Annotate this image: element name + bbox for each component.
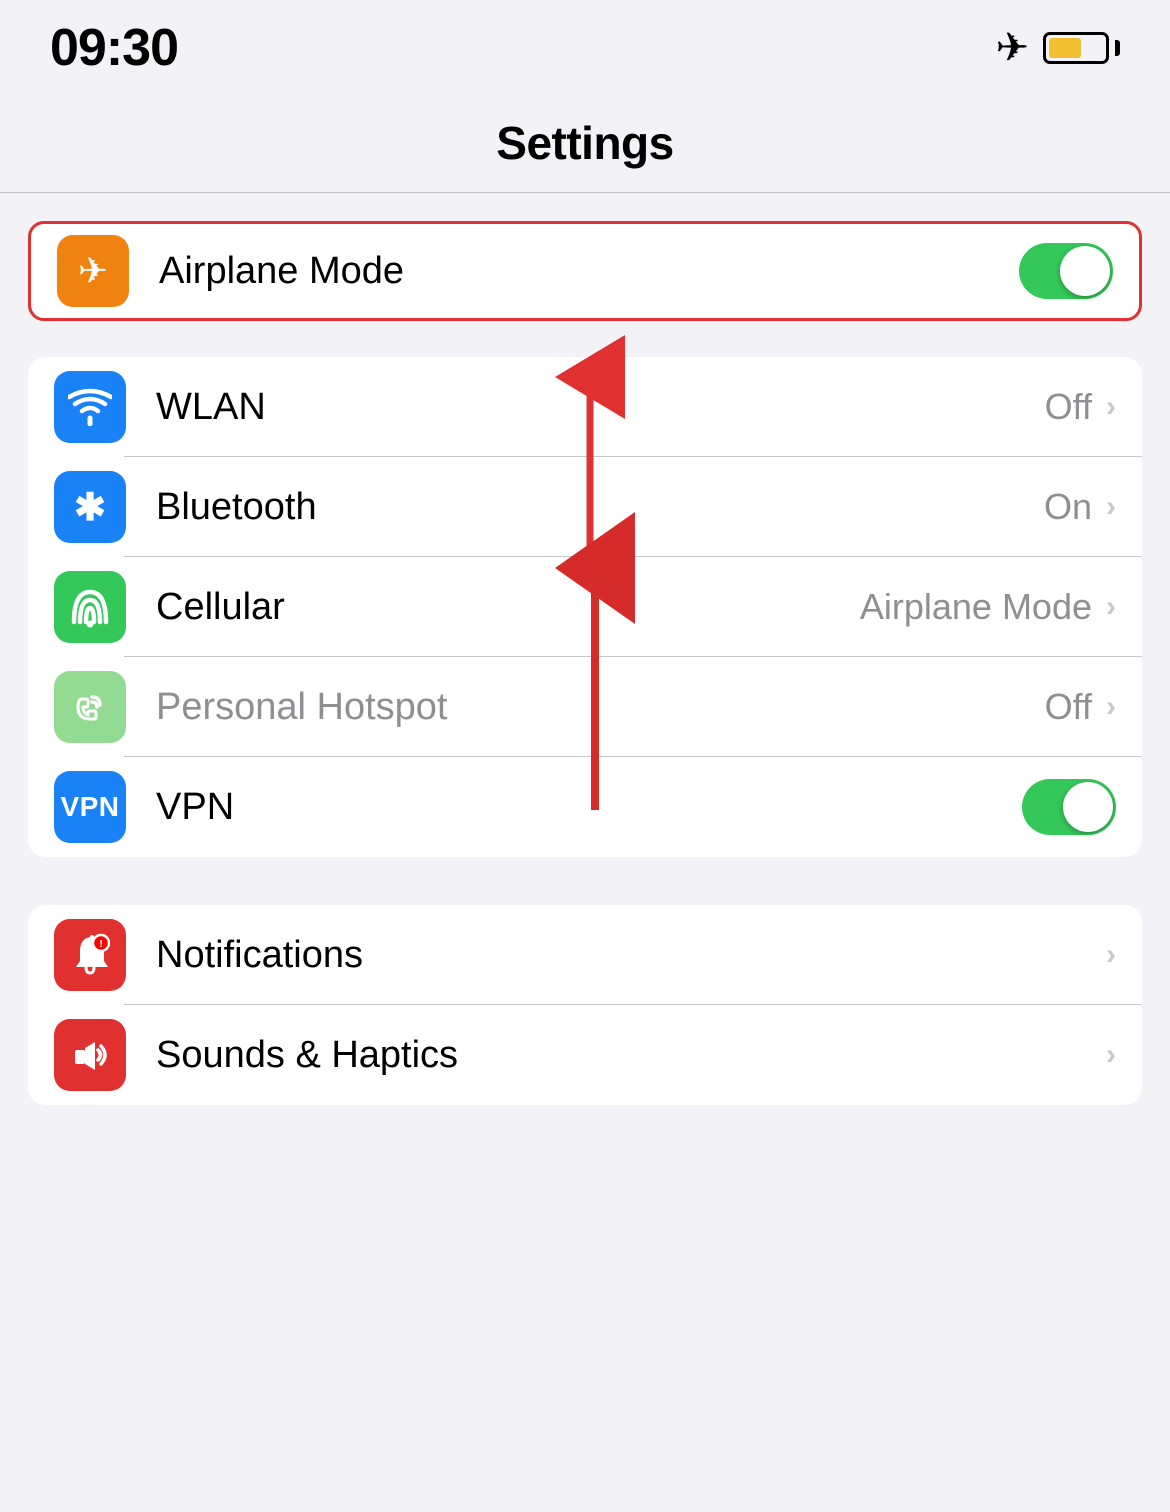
toggle-knob (1060, 246, 1110, 296)
vpn-row[interactable]: VPN VPN (28, 757, 1142, 857)
page-title: Settings (496, 117, 673, 169)
vpn-icon-text: VPN (60, 791, 119, 823)
airplane-mode-icon: ✈ (995, 25, 1029, 71)
wlan-icon-bg (54, 371, 126, 443)
sounds-label: Sounds & Haptics (156, 1034, 1106, 1077)
wlan-chevron: › (1106, 390, 1116, 424)
hotspot-value: Off (1045, 686, 1092, 728)
airplane-mode-toggle[interactable] (1019, 243, 1113, 299)
battery-indicator (1043, 32, 1120, 64)
bluetooth-chevron: › (1106, 490, 1116, 524)
bluetooth-icon: ✱ (74, 485, 106, 530)
status-icons: ✈ (995, 25, 1120, 71)
hotspot-icon (68, 685, 112, 729)
page-title-container: Settings (0, 88, 1170, 193)
status-time: 09:30 (50, 18, 178, 78)
cellular-chevron: › (1106, 590, 1116, 624)
cellular-icon (68, 586, 112, 628)
vpn-toggle[interactable] (1022, 779, 1116, 835)
hotspot-chevron: › (1106, 690, 1116, 724)
bluetooth-value: On (1044, 486, 1092, 528)
vpn-icon-bg: VPN (54, 771, 126, 843)
battery-cap (1115, 40, 1120, 56)
wlan-label: WLAN (156, 386, 1045, 429)
airplane-mode-row[interactable]: ✈ Airplane Mode (28, 221, 1142, 321)
sounds-chevron: › (1106, 1038, 1116, 1072)
battery-body (1043, 32, 1109, 64)
bluetooth-row[interactable]: ✱ Bluetooth On › (28, 457, 1142, 557)
wifi-icon (68, 388, 112, 426)
cellular-label: Cellular (156, 586, 860, 629)
svg-text:!: ! (99, 939, 102, 950)
connectivity-settings-group: WLAN Off › ✱ Bluetooth On › Cellular Air… (28, 357, 1142, 857)
vpn-label: VPN (156, 786, 1022, 829)
notifications-row[interactable]: ! Notifications › (28, 905, 1142, 1005)
airplane-icon: ✈ (78, 250, 108, 292)
cellular-icon-bg (54, 571, 126, 643)
notifications-label: Notifications (156, 934, 1106, 977)
bluetooth-icon-bg: ✱ (54, 471, 126, 543)
general-settings-group: ! Notifications › Sounds & Haptics › (28, 905, 1142, 1105)
sounds-row[interactable]: Sounds & Haptics › (28, 1005, 1142, 1105)
sounds-icon-bg (54, 1019, 126, 1091)
cellular-row[interactable]: Cellular Airplane Mode › (28, 557, 1142, 657)
cellular-value: Airplane Mode (860, 586, 1092, 628)
airplane-mode-label: Airplane Mode (159, 250, 1019, 293)
status-bar: 09:30 ✈ (0, 0, 1170, 88)
hotspot-icon-bg (54, 671, 126, 743)
notifications-icon: ! (70, 933, 110, 977)
wlan-value: Off (1045, 386, 1092, 428)
vpn-toggle-knob (1063, 782, 1113, 832)
notifications-icon-bg: ! (54, 919, 126, 991)
bluetooth-label: Bluetooth (156, 486, 1044, 529)
sounds-icon (69, 1034, 111, 1076)
hotspot-row[interactable]: Personal Hotspot Off › (28, 657, 1142, 757)
airplane-mode-icon-bg: ✈ (57, 235, 129, 307)
wlan-row[interactable]: WLAN Off › (28, 357, 1142, 457)
hotspot-label: Personal Hotspot (156, 686, 1045, 729)
battery-fill (1049, 38, 1081, 58)
notifications-chevron: › (1106, 938, 1116, 972)
